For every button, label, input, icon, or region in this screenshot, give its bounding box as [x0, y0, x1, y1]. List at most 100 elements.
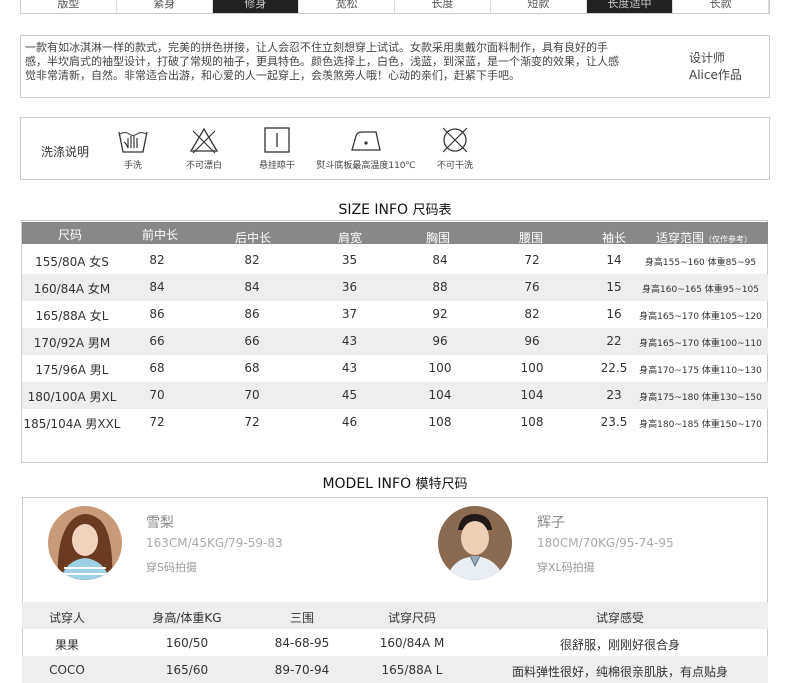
hang-dry-icon [264, 127, 290, 153]
hand-wash-icon [118, 131, 148, 153]
table-cell: 身高155~160 体重85~95 [644, 258, 757, 268]
header-cell: 前中长 [142, 228, 179, 242]
table-cell: 86 [149, 307, 165, 321]
table-row: 165/88A 女L 86 86 37 92 82 16 身高165~170 体重105~12… [22, 301, 768, 328]
table-cell: 68 [149, 361, 165, 375]
table-cell: 86 [244, 307, 260, 321]
header-cell: 腰围 [519, 231, 544, 245]
model-stats: 180CM/70KG/95-74-95 [537, 536, 674, 550]
table-cell: 很舒服，刚刚好很合身 [559, 638, 680, 652]
table-cell: 果果 [54, 638, 79, 652]
table-cell: 43 [341, 334, 358, 348]
attr-cell: 版型 [21, 0, 117, 13]
table-cell: 82 [524, 307, 540, 321]
table-cell: 180/100A 男XL [27, 390, 117, 404]
table-cell: 身高160~165 体重95~105 [642, 285, 759, 295]
table-cell: 100 [428, 361, 452, 375]
table-cell: 108 [520, 415, 544, 429]
header-fit-label: 适穿范围 [656, 231, 705, 245]
table-cell: 165/60 [165, 663, 209, 677]
attr-cell: 长度 [395, 0, 491, 13]
table-row: 180/100A 男XL 70 70 45 104 104 23 身高175~180 体重13… [22, 382, 768, 409]
table-cell: 三围 [289, 611, 314, 625]
attr-cell: 紧身 [117, 0, 213, 13]
table-cell: 108 [428, 415, 452, 429]
woman-portrait-icon [48, 506, 122, 580]
table-cell: 16 [606, 307, 622, 321]
table-cell: 88 [432, 280, 448, 294]
no-bleach-icon [189, 127, 219, 154]
table-cell: 70 [244, 388, 260, 402]
man-portrait-icon [438, 506, 512, 580]
wash-item-label: 悬挂晾干 [258, 161, 295, 171]
designer-block: 设计师 Alice作品 [689, 50, 742, 84]
model-name: 雪梨 [146, 515, 174, 531]
designer-name: Alice作品 [689, 68, 742, 82]
table-row: 170/92A 男M 66 66 43 96 96 22 身高165~170 体重100~11… [22, 328, 768, 355]
model-name: 辉子 [537, 515, 565, 531]
wash-item-label: 不可漂白 [185, 161, 222, 171]
table-cell: 165/88A L [381, 663, 443, 677]
table-cell: 84 [149, 280, 165, 294]
table-cell: 68 [244, 361, 260, 375]
table-cell: 身高/体重KG [152, 611, 222, 625]
table-cell: 160/50 [165, 636, 209, 650]
no-dry-clean-icon [442, 127, 468, 153]
table-cell: 14 [606, 253, 622, 267]
size-table-header: 尺码 前中长 后中长 肩宽 胸围 腰围 袖长 适穿范围（仅作参考） [22, 222, 768, 245]
table-row: 175/96A 男L 68 68 43 100 100 22.5 身高170~175 体重11… [22, 355, 768, 382]
description-box: 一款有如冰淇淋一样的款式，完美的拼色拼接，让人会忍不住立刻想穿上试试。女款采用奥… [20, 35, 770, 98]
size-info-title: SIZE INFO 尺码表 [0, 199, 790, 218]
table-cell: 185/104A 男XXL [23, 417, 121, 431]
table-cell: 170/92A 男M [33, 336, 111, 350]
table-cell: 82 [244, 253, 260, 267]
table-cell: 92 [432, 307, 448, 321]
description-text: 一款有如冰淇淋一样的款式，完美的拼色拼接，让人会忍不住立刻想穿上试试。女款采用奥… [25, 41, 619, 82]
size-info-title-en: SIZE INFO [338, 202, 409, 218]
attr-cell-selected: 修身 [212, 0, 300, 13]
table-cell: 23.5 [600, 415, 628, 429]
table-cell: 89-70-94 [274, 663, 330, 677]
model-info-title: MODEL INFO 模特尺码 [0, 473, 790, 492]
table-cell: 104 [520, 388, 544, 402]
table-cell: 身高175~180 体重130~150 [639, 393, 762, 403]
attr-cell: 宽松 [299, 0, 396, 13]
table-cell: 37 [341, 307, 358, 321]
header-cell: 尺码 [58, 228, 83, 242]
table-cell: 66 [244, 334, 260, 348]
table-cell: 45 [341, 388, 358, 402]
table-cell: 84 [432, 253, 448, 267]
table-cell: 104 [428, 388, 452, 402]
table-cell: COCO [49, 663, 85, 677]
table-cell: 82 [149, 253, 165, 267]
table-cell: 100 [520, 361, 544, 375]
wash-item-label: 不可干洗 [436, 161, 473, 171]
table-cell: 165/88A 女L [35, 309, 109, 323]
header-cell: 肩宽 [338, 231, 363, 245]
table-cell: 84 [244, 280, 260, 294]
table-cell: 72 [149, 415, 165, 429]
model-note: 穿XL码拍摄 [537, 561, 595, 574]
wash-item-label: 手洗 [123, 161, 142, 171]
table-cell: 35 [341, 253, 358, 267]
iron-icon [351, 131, 381, 151]
table-cell: 试穿人 [48, 611, 85, 625]
header-cell: 后中长 [235, 231, 272, 245]
attr-cell: 短款 [491, 0, 587, 13]
table-cell: 36 [341, 280, 358, 294]
table-cell: 155/80A 女S [35, 255, 109, 269]
table-cell: 160/84A 女M [33, 282, 111, 296]
table-cell: 身高180~185 体重150~170 [639, 420, 762, 430]
header-cell: 胸围 [426, 231, 451, 245]
table-cell: 23 [606, 388, 622, 402]
table-cell: 70 [149, 388, 165, 402]
designer-label: 设计师 [689, 51, 726, 65]
table-cell: 身高170~175 体重110~130 [639, 366, 762, 376]
model-info-title-en: MODEL INFO [322, 476, 412, 492]
table-cell: 96 [524, 334, 540, 348]
table-cell: 46 [341, 415, 358, 429]
table-cell: 15 [606, 280, 622, 294]
attr-cell: 长款 [673, 0, 770, 13]
attribute-strip: 版型 紧身 修身 宽松 长度 短款 长度适中 长款 [20, 0, 770, 14]
model-note: 穿S码拍摄 [146, 561, 197, 574]
